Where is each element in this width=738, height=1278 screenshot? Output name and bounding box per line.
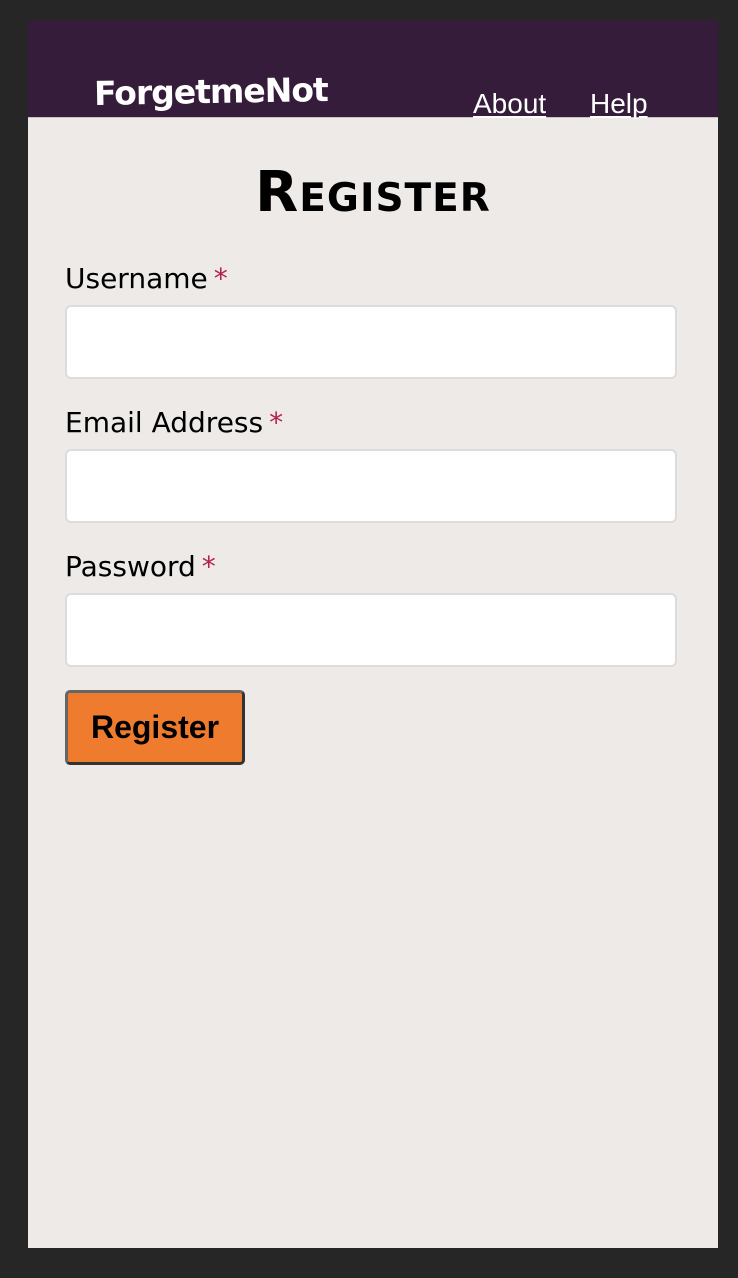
- header-bar: ForgetmeNot About Help: [28, 20, 718, 120]
- password-input[interactable]: [65, 593, 677, 667]
- email-input[interactable]: [65, 449, 677, 523]
- nav-link-help[interactable]: Help: [590, 88, 648, 120]
- page-title: Register: [255, 160, 491, 225]
- required-marker: *: [201, 550, 216, 583]
- site-logo[interactable]: ForgetmeNot: [94, 70, 328, 114]
- password-label-text: Password: [65, 550, 196, 583]
- email-label: Email Address *: [65, 406, 283, 440]
- register-button[interactable]: Register: [65, 690, 245, 765]
- nav-link-about[interactable]: About: [473, 88, 546, 120]
- required-marker: *: [213, 262, 228, 295]
- app-frame: ForgetmeNot About Help Register Username…: [28, 20, 718, 1248]
- username-label-text: Username: [65, 262, 208, 295]
- required-marker: *: [269, 406, 284, 439]
- password-label: Password *: [65, 550, 216, 584]
- email-label-text: Email Address: [65, 406, 264, 439]
- username-label: Username *: [65, 262, 228, 296]
- username-input[interactable]: [65, 305, 677, 379]
